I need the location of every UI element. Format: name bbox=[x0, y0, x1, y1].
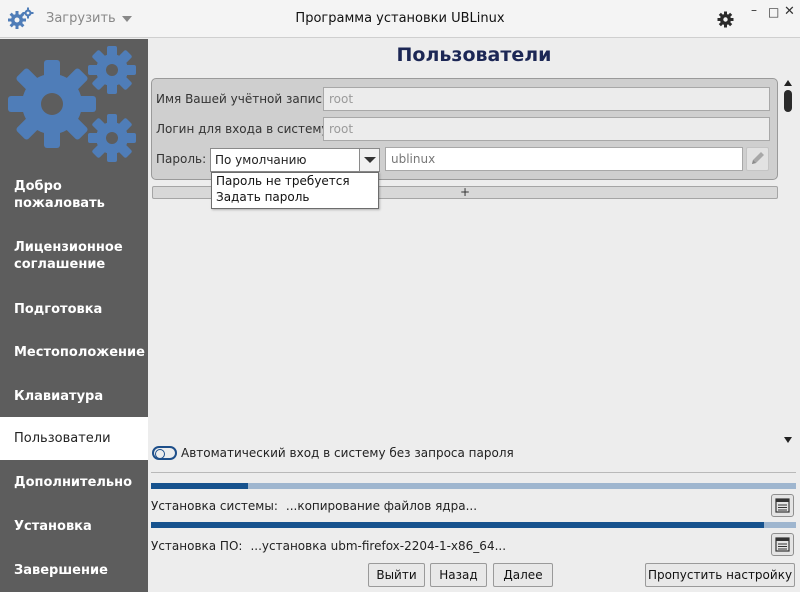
software-status-value: ...установка ubm-firefox-2204-1-x86_64..… bbox=[250, 539, 507, 553]
sidebar-item-welcome[interactable]: Добро пожаловать bbox=[0, 172, 148, 218]
login-field[interactable]: root bbox=[323, 117, 770, 141]
sidebar-item-location[interactable]: Местоположение bbox=[0, 334, 148, 370]
password-mode-dropdown: Пароль не требуется Задать пароль bbox=[211, 172, 379, 209]
system-progress-fill bbox=[151, 483, 248, 489]
gear-icon[interactable] bbox=[717, 11, 734, 28]
password-mode-value: По умолчанию bbox=[215, 153, 307, 167]
window-title: Программа установки UBLinux bbox=[295, 11, 505, 26]
scroll-down-icon[interactable] bbox=[784, 437, 792, 443]
sidebar-item-label: Лицензионное соглашение bbox=[14, 240, 123, 272]
page-title: Пользователи bbox=[396, 44, 552, 66]
back-button[interactable]: Назад bbox=[430, 563, 487, 587]
system-progress-bar bbox=[151, 483, 796, 489]
system-status-label: Установка системы: bbox=[151, 499, 278, 513]
system-status: Установка системы: ...копирование файлов … bbox=[151, 499, 477, 513]
software-status: Установка ПО: ...установка ubm-firefox-22… bbox=[151, 539, 506, 553]
sidebar: Добро пожаловать Лицензионное соглашение… bbox=[0, 39, 148, 592]
password-option-set[interactable]: Задать пароль bbox=[212, 189, 378, 205]
software-progress-fill bbox=[151, 522, 764, 528]
exit-button[interactable]: Выйти bbox=[368, 563, 425, 587]
account-name-label: Имя Вашей учётной записи: bbox=[156, 92, 334, 106]
sidebar-item-label: Дополнительно bbox=[14, 474, 133, 490]
divider bbox=[151, 472, 796, 473]
pencil-icon bbox=[752, 152, 764, 164]
sidebar-item-label: Завершение bbox=[14, 562, 108, 578]
sidebar-item-license[interactable]: Лицензионное соглашение bbox=[0, 233, 148, 279]
system-status-value: ...копирование файлов ядра... bbox=[285, 499, 478, 513]
maximize-button[interactable]: □ bbox=[768, 6, 779, 18]
edit-password-button[interactable] bbox=[746, 147, 769, 171]
skip-setup-button[interactable]: Пропустить настройку bbox=[645, 563, 795, 587]
software-log-button[interactable] bbox=[771, 533, 794, 556]
autologin-toggle[interactable] bbox=[152, 446, 177, 460]
sidebar-item-label: Добро пожаловать bbox=[14, 179, 105, 211]
password-field[interactable]: ublinux bbox=[385, 147, 743, 171]
sidebar-item-label: Пользователи bbox=[14, 431, 111, 446]
log-icon bbox=[775, 498, 790, 513]
sidebar-item-label: Клавиатура bbox=[14, 388, 104, 404]
gears-logo-icon bbox=[8, 46, 136, 162]
scroll-thumb[interactable] bbox=[784, 90, 792, 112]
password-option-none[interactable]: Пароль не требуется bbox=[212, 173, 378, 189]
minimize-button[interactable]: – bbox=[751, 4, 757, 16]
title-bar: Загрузить Программа установки UBLinux – … bbox=[0, 0, 800, 38]
autologin-label: Автоматический вход в систему без запрос… bbox=[181, 446, 514, 460]
account-name-field[interactable]: root bbox=[323, 87, 770, 111]
sidebar-item-finish[interactable]: Завершение bbox=[0, 552, 148, 588]
login-label: Логин для входа в систему: bbox=[156, 122, 333, 136]
sidebar-item-additional[interactable]: Дополнительно bbox=[0, 464, 148, 500]
close-button[interactable]: ✕ bbox=[784, 5, 795, 18]
system-log-button[interactable] bbox=[771, 494, 794, 517]
software-status-label: Установка ПО: bbox=[151, 539, 243, 553]
log-icon bbox=[775, 537, 790, 552]
sidebar-item-label: Местоположение bbox=[14, 344, 145, 360]
sidebar-item-preparation[interactable]: Подготовка bbox=[0, 291, 148, 327]
sidebar-item-label: Установка bbox=[14, 518, 92, 534]
sidebar-item-users[interactable]: Пользователи bbox=[0, 417, 148, 460]
scrollbar[interactable] bbox=[781, 80, 796, 445]
sidebar-item-label: Подготовка bbox=[14, 301, 103, 317]
scroll-up-icon[interactable] bbox=[784, 80, 792, 86]
sidebar-item-keyboard[interactable]: Клавиатура bbox=[0, 378, 148, 414]
chevron-down-icon[interactable] bbox=[359, 149, 379, 171]
software-progress-bar bbox=[151, 522, 796, 528]
sidebar-item-installation[interactable]: Установка bbox=[0, 508, 148, 544]
next-button[interactable]: Далее bbox=[493, 563, 553, 587]
password-mode-select[interactable]: По умолчанию bbox=[210, 148, 380, 172]
password-label: Пароль: bbox=[156, 152, 207, 166]
